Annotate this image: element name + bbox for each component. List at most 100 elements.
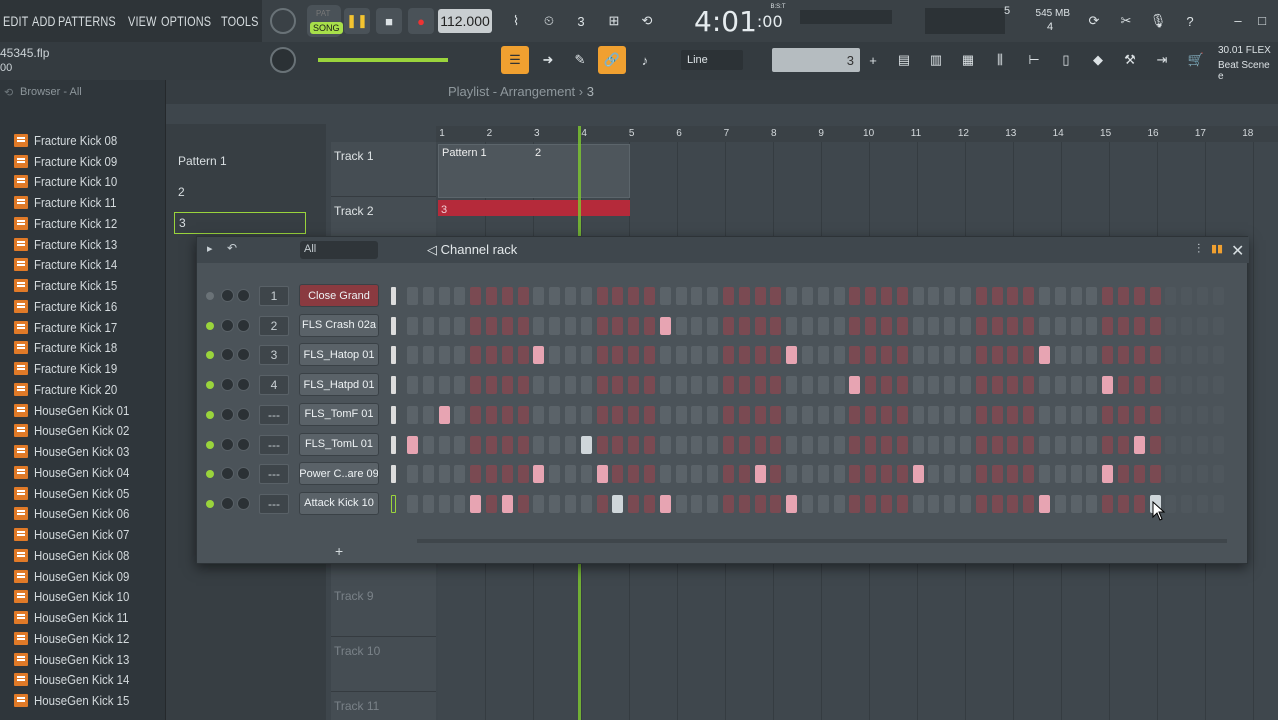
step-off[interactable] [580, 465, 592, 484]
step-off[interactable] [738, 435, 750, 454]
step-off[interactable] [1133, 376, 1145, 395]
step-off[interactable] [1070, 376, 1082, 395]
browser-item[interactable]: HouseGen Kick 06 [0, 504, 165, 525]
pan-knob[interactable] [221, 407, 234, 421]
loop-record-icon[interactable]: ⟲ [634, 8, 660, 34]
browser-item[interactable]: Fracture Kick 08 [0, 130, 165, 151]
step-off[interactable] [644, 494, 655, 513]
step-off[interactable] [422, 287, 434, 305]
step-off[interactable] [833, 494, 845, 513]
step-off[interactable] [754, 435, 766, 454]
master-volume-slider[interactable] [318, 58, 448, 62]
countdown-icon[interactable]: 3 [568, 8, 594, 34]
step-on[interactable] [1102, 376, 1114, 395]
step-off[interactable] [833, 435, 845, 454]
step-off[interactable] [738, 376, 750, 395]
step-off[interactable] [912, 435, 924, 454]
step-off[interactable] [786, 376, 798, 395]
step-on[interactable] [1039, 346, 1050, 365]
step-off[interactable] [517, 465, 529, 484]
step-off[interactable] [501, 287, 513, 305]
typing-keyboard-icon[interactable]: ♪ [631, 46, 659, 74]
step-off[interactable] [849, 346, 861, 365]
mute-led[interactable] [206, 410, 214, 419]
step-off[interactable] [754, 346, 766, 365]
help-icon[interactable]: ? [1178, 8, 1202, 34]
step-off[interactable] [549, 435, 561, 454]
browser-item[interactable]: Fracture Kick 13 [0, 234, 165, 255]
step-icon[interactable]: ➜ [534, 46, 562, 74]
step-off[interactable] [1212, 316, 1224, 335]
step-off[interactable] [470, 405, 482, 424]
step-off[interactable] [960, 346, 971, 365]
step-off[interactable] [707, 405, 719, 424]
step-off[interactable] [1023, 287, 1035, 305]
pan-knob[interactable] [221, 348, 234, 362]
step-off[interactable] [565, 435, 576, 454]
step-off[interactable] [944, 346, 956, 365]
step-off[interactable] [833, 465, 845, 484]
step-on[interactable] [596, 465, 608, 484]
step-off[interactable] [1212, 287, 1224, 305]
step-off[interactable] [975, 435, 987, 454]
step-off[interactable] [991, 435, 1003, 454]
mixer-track-number[interactable]: --- [259, 493, 289, 514]
piano-roll-icon[interactable]: ▥ [922, 46, 950, 74]
step-off[interactable] [1133, 465, 1145, 484]
step-off[interactable] [754, 376, 766, 395]
step-off[interactable] [1039, 316, 1050, 335]
step-off[interactable] [944, 494, 956, 513]
step-off[interactable] [944, 376, 956, 395]
step-off[interactable] [975, 465, 987, 484]
step-off[interactable] [675, 405, 687, 424]
step-off[interactable] [1181, 316, 1193, 335]
step-off[interactable] [1102, 405, 1114, 424]
step-off[interactable] [1181, 287, 1193, 305]
step-off[interactable] [691, 316, 703, 335]
step-off[interactable] [644, 435, 655, 454]
step-off[interactable] [738, 346, 750, 365]
step-off[interactable] [628, 494, 640, 513]
menu-options[interactable]: OPTIONS [161, 13, 211, 29]
step-off[interactable] [770, 346, 782, 365]
step-off[interactable] [754, 494, 766, 513]
step-off[interactable] [691, 465, 703, 484]
step-off[interactable] [644, 465, 655, 484]
step-off[interactable] [628, 435, 640, 454]
step-off[interactable] [912, 316, 924, 335]
step-off[interactable] [422, 316, 434, 335]
step-off[interactable] [596, 316, 608, 335]
step-off[interactable] [422, 376, 434, 395]
volume-knob[interactable] [237, 437, 250, 451]
close-icon[interactable]: ✕ [1231, 241, 1244, 261]
step-off[interactable] [707, 316, 719, 335]
step-off[interactable] [1054, 435, 1066, 454]
step-on[interactable] [533, 465, 545, 484]
menu-edit[interactable]: EDIT [3, 13, 29, 29]
step-off[interactable] [1197, 435, 1208, 454]
step-off[interactable] [817, 287, 829, 305]
step-off[interactable] [565, 346, 576, 365]
track-header[interactable]: Track 11 [331, 692, 436, 720]
step-off[interactable] [1181, 465, 1193, 484]
step-off[interactable] [849, 405, 861, 424]
step-off[interactable] [644, 376, 655, 395]
master-volume-knob[interactable] [270, 8, 296, 34]
step-off[interactable] [944, 405, 956, 424]
step-off[interactable] [1086, 287, 1098, 305]
step-off[interactable] [896, 494, 908, 513]
step-off[interactable] [1007, 346, 1019, 365]
step-off[interactable] [817, 405, 829, 424]
step-off[interactable] [691, 376, 703, 395]
link-icon[interactable]: 🔗 [598, 46, 626, 74]
step-seq-icon[interactable]: ▮▮ [1211, 242, 1223, 255]
step-off[interactable] [501, 346, 513, 365]
step-off[interactable] [659, 465, 671, 484]
news-line-2[interactable]: Beat Scene e [1218, 60, 1278, 82]
step-off[interactable] [533, 435, 545, 454]
mixer-icon[interactable]: ⫼ [986, 46, 1014, 74]
step-off[interactable] [833, 405, 845, 424]
playlist-button[interactable]: ☰ [501, 46, 529, 74]
step-off[interactable] [1086, 346, 1098, 365]
step-off[interactable] [770, 435, 782, 454]
